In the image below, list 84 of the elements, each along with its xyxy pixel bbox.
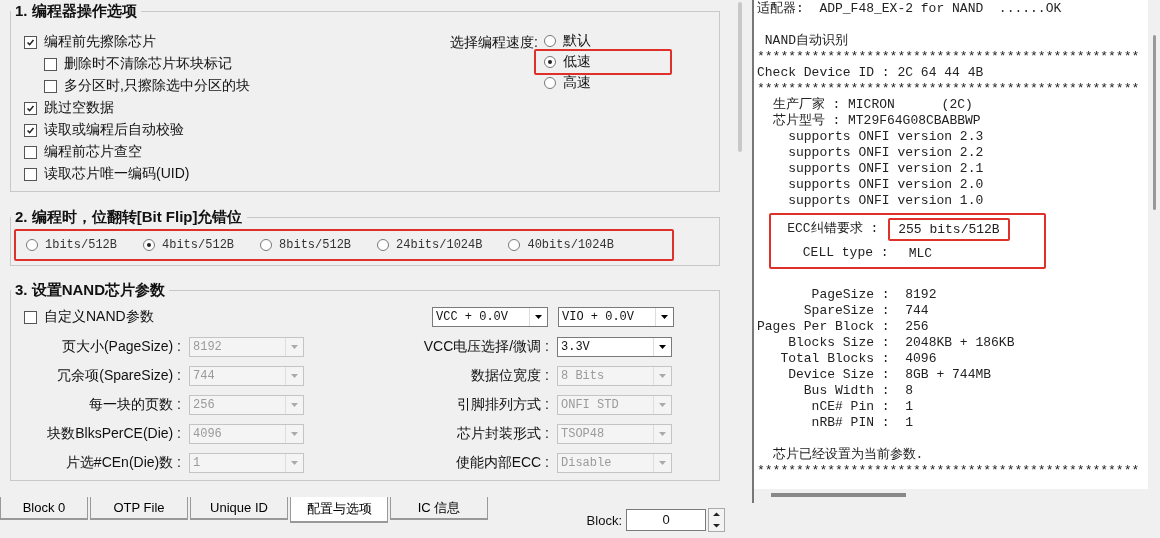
field-label: 冗余项(SpareSize) : <box>56 367 181 385</box>
log-line: supports ONFI version 1.0 <box>787 193 985 209</box>
log-value: 255 bits/512B <box>888 217 1010 241</box>
radio-button[interactable] <box>143 239 155 251</box>
field-label: 每一块的页数 : <box>88 396 181 414</box>
checkbox[interactable] <box>44 79 57 93</box>
radio-label: 默认 <box>562 32 591 50</box>
dropdown-field[interactable]: VIO + 0.0V <box>558 307 674 327</box>
radio-button[interactable] <box>543 56 556 68</box>
checkbox-label: 跳过空数据 <box>44 99 114 117</box>
field-label: 芯片封装形式 : <box>456 425 549 443</box>
log-line: CELL type : <box>801 245 889 261</box>
field-label: 块数BlksPerCE(Die) : <box>46 425 181 443</box>
group-title: 1. 编程器操作选项 <box>14 2 138 21</box>
number-field[interactable]: 0 <box>626 509 706 531</box>
checkbox[interactable] <box>44 57 57 71</box>
tab[interactable]: 配置与选项 <box>290 497 388 523</box>
log-line: 生产厂家 : MICRON (2C) <box>771 97 974 113</box>
field-label: 页大小(PageSize) : <box>60 338 181 356</box>
log-line: ECC纠错要求 : <box>786 221 879 237</box>
checkbox-label: 编程前芯片查空 <box>44 143 142 161</box>
tab[interactable]: IC 信息 <box>390 497 488 520</box>
radio-button[interactable] <box>543 77 556 89</box>
radio-button[interactable] <box>508 239 521 251</box>
log-line: supports ONFI version 2.0 <box>787 177 985 193</box>
group-title: 2. 编程时，位翻转[Bit Flip]允错位 <box>14 208 244 227</box>
tab[interactable]: OTP File <box>90 497 188 520</box>
checkbox[interactable] <box>24 167 37 181</box>
log-line: 芯片已经设置为当前参数. <box>771 447 925 463</box>
checkbox[interactable] <box>24 123 37 137</box>
checkbox-label: 多分区时,只擦除选中分区的块 <box>64 77 250 95</box>
tab[interactable]: Block 0 <box>0 497 88 520</box>
log-line: Total Blocks : 4096 <box>779 351 938 367</box>
radio-button[interactable] <box>543 35 556 47</box>
checkbox[interactable] <box>24 101 37 115</box>
dropdown-field[interactable]: VCC + 0.0V <box>432 307 548 327</box>
radio-label: 4bits/512B <box>162 238 235 252</box>
tab[interactable]: Unique ID <box>190 497 288 520</box>
log-line: 适配器: ADP_F48_EX-2 for NAND ......OK <box>757 1 1063 17</box>
log-line: 芯片型号 : MT29F64G08CBABBWP <box>771 113 982 129</box>
field-label: 数据位宽度 : <box>470 367 549 385</box>
radio-label: 24bits/1024B <box>396 238 483 252</box>
log-line: Pages Per Block : 256 <box>757 319 930 335</box>
log-value: MLC <box>907 244 934 263</box>
log-line: Bus Width : 8 <box>802 383 915 399</box>
checkbox-label: 读取或编程后自动校验 <box>44 121 184 139</box>
speed-label: 选择编程速度: <box>450 33 538 52</box>
radio-label: 40bits/1024B <box>527 238 614 252</box>
log-line: PageSize : 8192 <box>810 287 938 303</box>
checkbox[interactable] <box>24 145 37 159</box>
log-line: supports ONFI version 2.2 <box>787 145 985 161</box>
log-line: nRB# PIN : 1 <box>810 415 915 431</box>
dropdown-field[interactable]: 3.3V <box>557 337 672 357</box>
log-line: nCE# Pin : 1 <box>810 399 915 415</box>
checkbox-label: 自定义NAND参数 <box>44 308 154 326</box>
log-line: NAND自动识别 <box>763 33 849 49</box>
log-line: SpareSize : 744 <box>802 303 930 319</box>
checkbox-label: 编程前先擦除芯片 <box>44 33 156 51</box>
radio-label: 8bits/512B <box>279 238 352 252</box>
radio-button[interactable] <box>260 239 273 251</box>
checkbox[interactable] <box>24 310 37 324</box>
block-label: Block: <box>586 512 622 528</box>
radio-label: 高速 <box>562 74 591 92</box>
log-line: ************************************************* <box>757 463 1141 479</box>
checkbox-label: 删除时不清除芯片坏块标记 <box>64 55 232 73</box>
checkbox[interactable] <box>24 35 37 49</box>
field-label: 片选#CEn(Die)数 : <box>64 454 181 472</box>
log-line: supports ONFI version 2.3 <box>787 129 985 145</box>
log-line: Check Device ID : 2C 64 44 4B <box>757 65 985 81</box>
checkbox-label: 读取芯片唯一编码(UID) <box>44 165 190 183</box>
log-line: Blocks Size : 2048KB + 186KB <box>787 335 1016 351</box>
log-line: Device Size : 8GB + 744MB <box>787 367 993 383</box>
field-label: VCC电压选择/微调 : <box>422 338 549 356</box>
log-line: ************************************************* <box>757 49 1141 65</box>
radio-label: 1bits/512B <box>45 238 117 252</box>
radio-button[interactable] <box>26 239 38 251</box>
spin-buttons[interactable] <box>708 508 725 532</box>
log-line: supports ONFI version 2.1 <box>787 161 985 177</box>
group-title: 3. 设置NAND芯片参数 <box>14 281 166 300</box>
field-label: 使能内部ECC : <box>454 454 549 472</box>
radio-label: 低速 <box>562 53 591 71</box>
log-line: ************************************************* <box>757 81 1141 97</box>
field-label: 引脚排列方式 : <box>456 396 549 414</box>
radio-button[interactable] <box>377 239 390 251</box>
